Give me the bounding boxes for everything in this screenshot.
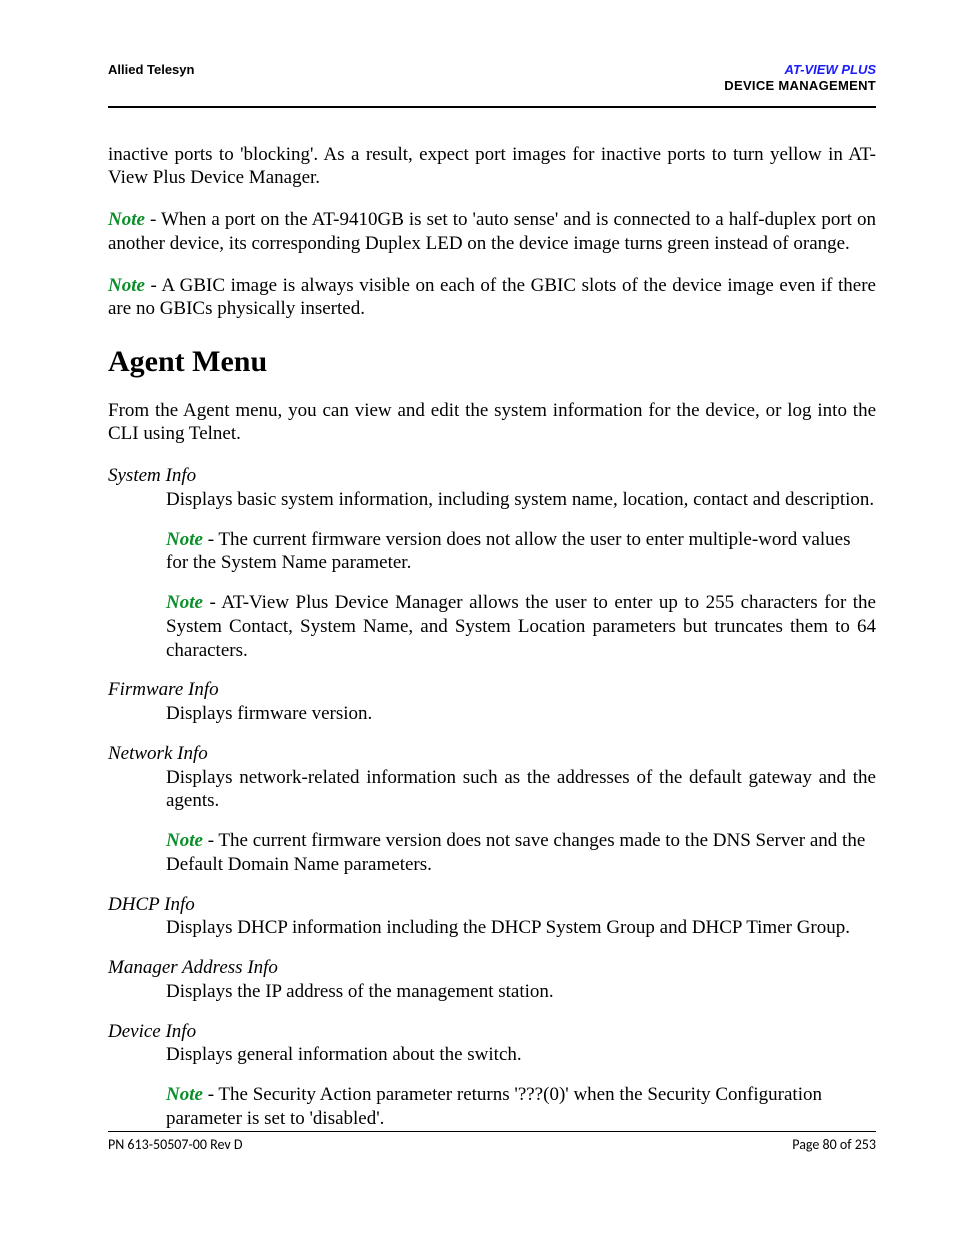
intro-paragraph: inactive ports to 'blocking'. As a resul… (108, 143, 876, 191)
definition-text: Displays network-related information suc… (166, 766, 876, 814)
section-intro: From the Agent menu, you can view and ed… (108, 399, 876, 447)
definition-block: Displays basic system information, inclu… (166, 488, 876, 663)
section-heading: Agent Menu (108, 343, 876, 381)
definition-block: Displays the IP address of the managemen… (166, 980, 876, 1004)
definition-text: Displays DHCP information including the … (166, 916, 876, 940)
term-device-info: Device Info (108, 1020, 876, 1044)
definition-text: Displays the IP address of the managemen… (166, 980, 876, 1004)
definition-block: Displays firmware version. (166, 702, 876, 726)
header-right: AT-VIEW PLUS DEVICE MANAGEMENT (724, 62, 876, 95)
note-text: - The current firmware version does not … (166, 529, 851, 574)
note-paragraph: Note - The Security Action parameter ret… (166, 1083, 876, 1131)
note-text: - The current firmware version does not … (166, 830, 865, 875)
note-label: Note (166, 592, 203, 613)
product-name: AT-VIEW PLUS (724, 62, 876, 78)
note-label: Note (166, 1084, 203, 1105)
definition-block: Displays general information about the s… (166, 1043, 876, 1130)
note-label: Note (166, 529, 203, 550)
definition-text: Displays general information about the s… (166, 1043, 876, 1067)
footer-right: Page 80 of 253 (792, 1136, 876, 1154)
note-text: - The Security Action parameter returns … (166, 1084, 822, 1129)
note-text: - AT-View Plus Device Manager allows the… (166, 592, 876, 661)
definition-block: Displays network-related information suc… (166, 766, 876, 877)
header-left: Allied Telesyn (108, 62, 194, 78)
term-dhcp-info: DHCP Info (108, 893, 876, 917)
page: Allied Telesyn AT-VIEW PLUS DEVICE MANAG… (0, 0, 954, 1235)
term-firmware-info: Firmware Info (108, 678, 876, 702)
definition-block: Displays DHCP information including the … (166, 916, 876, 940)
note-paragraph: Note - The current firmware version does… (166, 528, 876, 576)
term-system-info: System Info (108, 464, 876, 488)
note-paragraph: Note - When a port on the AT-9410GB is s… (108, 208, 876, 256)
note-text: - When a port on the AT-9410GB is set to… (108, 209, 876, 254)
note-text: - A GBIC image is always visible on each… (108, 275, 876, 320)
page-footer: PN 613-50507-00 Rev D Page 80 of 253 (108, 1131, 876, 1154)
term-network-info: Network Info (108, 742, 876, 766)
footer-left: PN 613-50507-00 Rev D (108, 1136, 242, 1154)
definition-text: Displays basic system information, inclu… (166, 488, 876, 512)
definition-text: Displays firmware version. (166, 702, 876, 726)
running-header: Allied Telesyn AT-VIEW PLUS DEVICE MANAG… (108, 62, 876, 108)
note-label: Note (108, 209, 145, 230)
note-paragraph: Note - A GBIC image is always visible on… (108, 274, 876, 322)
doc-title: DEVICE MANAGEMENT (724, 78, 876, 94)
term-manager-address-info: Manager Address Info (108, 956, 876, 980)
note-paragraph: Note - AT-View Plus Device Manager allow… (166, 591, 876, 662)
note-paragraph: Note - The current firmware version does… (166, 829, 876, 877)
note-label: Note (108, 275, 145, 296)
note-label: Note (166, 830, 203, 851)
